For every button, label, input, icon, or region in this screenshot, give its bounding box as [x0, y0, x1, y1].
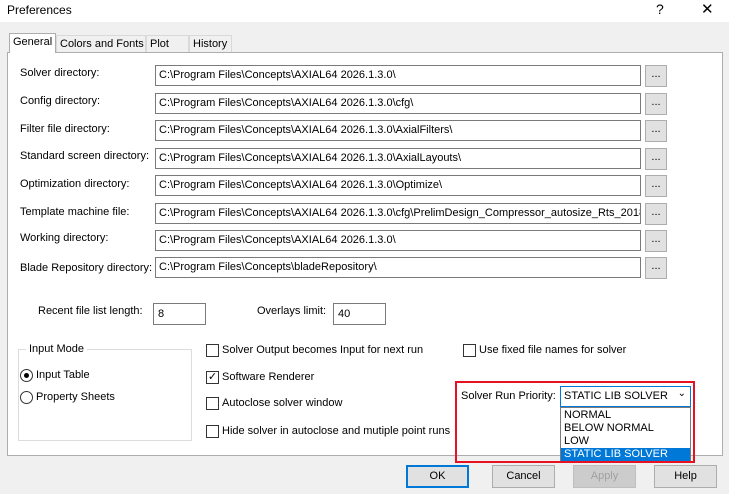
software-renderer-checkbox[interactable]: ✓	[206, 371, 219, 384]
standard-screen-directory-input[interactable]: C:\Program Files\Concepts\AXIAL64 2026.1…	[155, 148, 641, 169]
cancel-button[interactable]: Cancel	[492, 465, 555, 488]
window-title: Preferences	[7, 3, 72, 17]
help-icon[interactable]: ?	[656, 1, 664, 17]
apply-button[interactable]: Apply	[573, 465, 636, 488]
working-directory-label: Working directory:	[20, 232, 109, 244]
solver-output-input-label[interactable]: Solver Output becomes Input for next run	[222, 344, 423, 356]
filter-file-directory-browse-button[interactable]: ...	[645, 120, 667, 142]
tab-colors-and-fonts[interactable]: Colors and Fonts	[56, 35, 146, 52]
filter-file-directory-label: Filter file directory:	[20, 123, 110, 135]
close-icon[interactable]: ✕	[701, 0, 714, 18]
fixed-file-names-label[interactable]: Use fixed file names for solver	[479, 344, 626, 356]
hide-solver-label[interactable]: Hide solver in autoclose and mutiple poi…	[222, 425, 450, 437]
priority-option-below-normal[interactable]: BELOW NORMAL	[561, 422, 690, 435]
ok-button[interactable]: OK	[406, 465, 469, 488]
property-sheets-radio[interactable]	[20, 391, 33, 404]
optimization-directory-input[interactable]: C:\Program Files\Concepts\AXIAL64 2026.1…	[155, 175, 641, 196]
solver-run-priority-value: STATIC LIB SOLVER	[564, 390, 668, 402]
priority-option-low[interactable]: LOW	[561, 435, 690, 448]
template-machine-file-label: Template machine file:	[20, 206, 130, 218]
solver-run-priority-label: Solver Run Priority:	[461, 390, 556, 402]
overlays-limit-label: Overlays limit:	[257, 305, 327, 317]
solver-directory-browse-button[interactable]: ...	[645, 65, 667, 87]
config-directory-label: Config directory:	[20, 95, 101, 107]
title-bar	[0, 0, 729, 22]
blade-repository-directory-browse-button[interactable]: ...	[645, 257, 667, 279]
input-table-label[interactable]: Input Table	[36, 369, 90, 381]
tab-plot[interactable]: Plot	[146, 35, 189, 52]
optimization-directory-browse-button[interactable]: ...	[645, 175, 667, 197]
input-table-radio[interactable]	[20, 369, 33, 382]
config-directory-input[interactable]: C:\Program Files\Concepts\AXIAL64 2026.1…	[155, 93, 641, 114]
priority-option-normal[interactable]: NORMAL	[561, 409, 690, 422]
priority-dropdown-list: NORMAL BELOW NORMAL LOW STATIC LIB SOLVE…	[560, 407, 691, 461]
config-directory-browse-button[interactable]: ...	[645, 93, 667, 115]
filter-file-directory-input[interactable]: C:\Program Files\Concepts\AXIAL64 2026.1…	[155, 120, 641, 141]
help-button[interactable]: Help	[654, 465, 717, 488]
standard-screen-directory-label: Standard screen directory:	[20, 150, 150, 162]
standard-screen-directory-browse-button[interactable]: ...	[645, 148, 667, 170]
autoclose-solver-checkbox[interactable]	[206, 397, 219, 410]
optimization-directory-label: Optimization directory:	[20, 178, 130, 190]
working-directory-input[interactable]: C:\Program Files\Concepts\AXIAL64 2026.1…	[155, 230, 641, 251]
hide-solver-checkbox[interactable]	[206, 425, 219, 438]
blade-repository-directory-label: Blade Repository directory:	[20, 262, 153, 274]
priority-option-static-lib-solver[interactable]: STATIC LIB SOLVER	[561, 448, 690, 461]
input-mode-label: Input Mode	[26, 343, 88, 355]
recent-file-list-length-input[interactable]: 8	[153, 303, 206, 325]
property-sheets-label[interactable]: Property Sheets	[36, 391, 115, 403]
template-machine-file-input[interactable]: C:\Program Files\Concepts\AXIAL64 2026.1…	[155, 203, 641, 224]
solver-directory-input[interactable]: C:\Program Files\Concepts\AXIAL64 2026.1…	[155, 65, 641, 86]
autoclose-solver-label[interactable]: Autoclose solver window	[222, 397, 342, 409]
fixed-file-names-checkbox[interactable]	[463, 344, 476, 357]
working-directory-browse-button[interactable]: ...	[645, 230, 667, 252]
recent-file-list-length-label: Recent file list length:	[38, 305, 143, 317]
blade-repository-directory-input[interactable]: C:\Program Files\Concepts\bladeRepositor…	[155, 257, 641, 278]
template-machine-file-browse-button[interactable]: ...	[645, 203, 667, 225]
solver-run-priority-select[interactable]: STATIC LIB SOLVER ⌄	[560, 386, 691, 407]
chevron-down-icon[interactable]: ⌄	[678, 388, 686, 399]
solver-directory-label: Solver directory:	[20, 67, 100, 79]
solver-output-input-checkbox[interactable]	[206, 344, 219, 357]
overlays-limit-input[interactable]: 40	[333, 303, 386, 325]
tab-general[interactable]: General	[9, 33, 56, 53]
tab-history[interactable]: History	[189, 35, 232, 52]
software-renderer-label[interactable]: Software Renderer	[222, 371, 314, 383]
